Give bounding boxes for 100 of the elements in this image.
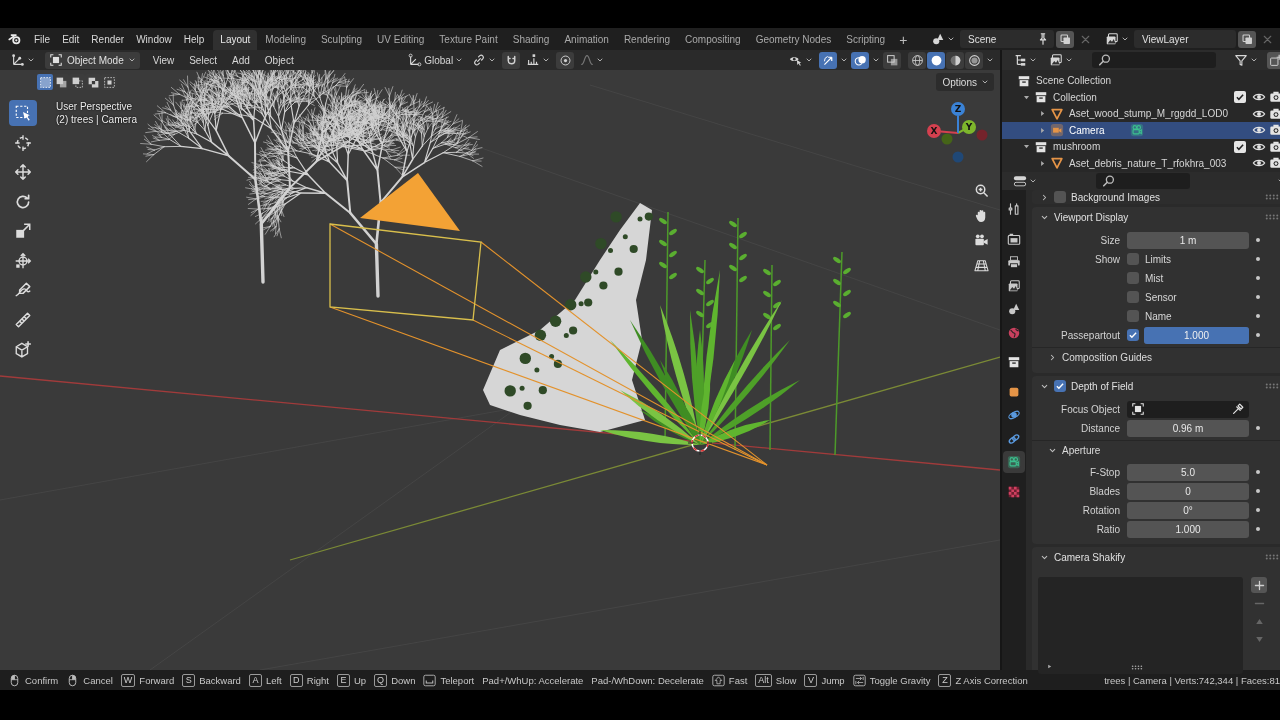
object-picker-field[interactable] [1127,400,1249,418]
squares-difference-icon[interactable] [85,74,101,90]
outliner-row[interactable]: Aset_debris_nature_T_rfokhra_003 [1002,155,1280,172]
squares-intersect-icon[interactable] [101,74,117,90]
panel-header[interactable]: Viewport Display [1032,207,1280,227]
number-field[interactable]: 5.0 [1127,463,1249,481]
checkbox[interactable] [1127,291,1139,303]
menu-item[interactable]: Add [226,52,256,68]
axis-handle[interactable]: Y [962,120,976,134]
workspace-tab[interactable]: Texture Paint [432,30,505,50]
keyframe-dot-icon[interactable] [1256,470,1260,474]
workspace-tab[interactable]: Modeling [258,30,313,50]
keyframe-dot-icon[interactable] [1256,314,1260,318]
outliner-row[interactable]: mushroom [1002,138,1280,155]
keyframe-dot-icon[interactable] [1256,489,1260,493]
menu-item[interactable]: Window [130,30,178,48]
menu-item[interactable]: Object [258,52,300,68]
camera-icon[interactable] [1269,123,1280,138]
plus-icon[interactable] [1251,577,1267,593]
orientation-dropdown[interactable]: Global [405,51,467,69]
chevron-icon[interactable] [872,56,880,64]
axis-handle[interactable] [976,129,988,141]
squares-subtract-icon[interactable] [69,74,85,90]
add-workspace-button[interactable]: + [893,30,914,50]
menu-item[interactable]: Render [85,30,131,48]
workspace-tab[interactable]: Layout [213,30,258,50]
options-dropdown[interactable]: Options [935,73,994,91]
number-field[interactable]: 0.96 m [1127,419,1249,437]
camera-icon[interactable] [1269,156,1280,171]
outliner-row[interactable]: Camera [1002,122,1280,139]
chevron-icon[interactable] [986,56,994,64]
scene-name-field[interactable]: Scene [960,30,1054,48]
camera-icon[interactable] [1269,139,1280,154]
overlay-circles-icon[interactable] [851,51,869,69]
disclosure-triangle-icon[interactable] [1038,109,1047,119]
number-field[interactable]: 1.000 [1127,520,1249,538]
camera-icon[interactable] [1269,90,1280,105]
workspace-tab[interactable]: Shading [505,30,557,50]
dashed-square-icon[interactable] [37,74,53,90]
search-field[interactable] [1092,52,1216,68]
squares-union-icon[interactable] [53,74,69,90]
copy-icon[interactable] [1238,30,1256,48]
workspace-tab[interactable]: Animation [557,30,616,50]
outliner-row[interactable]: Aset_wood_stump_M_rggdd_LOD0 [1002,105,1280,122]
workspace-tab[interactable]: Sculpting [313,30,370,50]
select-box-icon[interactable] [9,100,37,126]
panel-header[interactable]: Camera Shakify [1032,547,1280,567]
checkbox[interactable] [1054,191,1066,203]
axis-handle[interactable] [952,151,964,163]
checkbox-label[interactable]: Mist [1145,272,1164,284]
subpanel-header[interactable]: Composition Guides [1032,347,1280,367]
checkbox[interactable] [1234,91,1246,104]
workspace-tab[interactable]: Rendering [616,30,678,50]
number-field[interactable]: 0° [1127,501,1249,519]
magnet-icon[interactable] [502,51,521,69]
checkbox-label[interactable]: Limits [1145,253,1172,265]
checkbox-label[interactable]: Name [1145,310,1172,322]
checkbox[interactable] [1054,380,1066,392]
view-layer-name-field[interactable]: ViewLayer [1134,30,1236,48]
disclosure-triangle-icon[interactable] [1038,125,1047,135]
panel-header[interactable]: Depth of Field [1032,376,1280,396]
subpanel-header[interactable]: Aperture [1032,440,1280,460]
number-field[interactable]: 1 m [1127,231,1249,249]
checkbox-label[interactable]: Sensor [1145,291,1177,303]
workspace-tab[interactable]: Compositing [678,30,748,50]
keyframe-dot-icon[interactable] [1256,333,1260,337]
menu-item[interactable]: View [146,52,181,68]
workspace-tab[interactable]: Scripting [839,30,893,50]
keyframe-dot-icon[interactable] [1256,527,1260,531]
chevron-icon[interactable] [840,56,848,64]
rendered-sphere-icon[interactable] [965,51,983,69]
keyframe-dot-icon[interactable] [1256,238,1260,242]
search-field[interactable] [1096,173,1190,189]
menu-item[interactable]: Select [183,52,223,68]
axis-handle[interactable]: Z [951,102,965,116]
checkbox[interactable] [1127,272,1139,284]
wireframe-sphere-icon[interactable] [908,51,926,69]
menu-item[interactable]: Help [177,30,211,48]
camera-icon[interactable] [1003,451,1025,473]
axis-handle[interactable] [941,133,953,145]
outliner-row[interactable]: Collection [1002,89,1280,106]
keyframe-dot-icon[interactable] [1256,276,1260,280]
checkbox[interactable] [1127,310,1139,322]
eyedropper-icon[interactable] [1231,402,1245,416]
workspace-tab[interactable]: Geometry Nodes [748,30,839,50]
value-slider[interactable]: 1.000 [1144,326,1249,344]
workspace-tab[interactable]: UV Editing [370,30,432,50]
camera-icon[interactable] [1269,106,1280,121]
keyframe-dot-icon[interactable] [1256,257,1260,261]
menu-item[interactable]: File [28,30,57,48]
checkbox[interactable] [1234,140,1246,153]
axis-handle[interactable]: X [927,124,941,138]
outliner-label[interactable]: Scene Collection [1036,75,1112,87]
checkbox[interactable] [1127,329,1139,341]
keyframe-dot-icon[interactable] [1256,426,1260,430]
panel-header[interactable]: Background Images [1032,190,1280,204]
keyframe-dot-icon[interactable] [1256,508,1260,512]
number-field[interactable]: 0 [1127,482,1249,500]
xray-icon[interactable] [883,51,901,69]
copy-icon[interactable] [1056,30,1074,48]
